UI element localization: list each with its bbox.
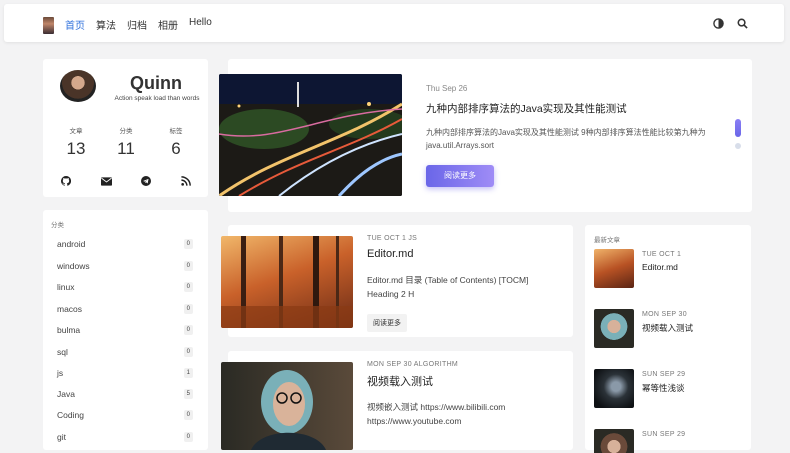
rss-icon[interactable] — [181, 173, 191, 191]
category-item[interactable]: js 1 — [57, 368, 193, 378]
recent-post-title: 视频载入测试 — [642, 323, 694, 333]
recent-post-title: Editor.md — [642, 262, 678, 272]
category-item[interactable]: sql 0 — [57, 347, 193, 357]
stat-label: 文章 — [69, 128, 83, 135]
category-item[interactable]: macos 0 — [57, 304, 193, 314]
category-panel: 分类 android 0 windows 0 linux 0 macos 0 bulma… — [43, 210, 208, 450]
category-count: 0 — [183, 304, 193, 314]
recent-posts-heading: 最新文章 — [594, 237, 620, 244]
category-item[interactable]: Coding 0 — [57, 410, 193, 420]
recent-post-date: TUE OCT 1 — [642, 251, 682, 258]
profile-bio: Action speak load than words — [114, 95, 200, 102]
featured-post-image[interactable] — [219, 74, 402, 196]
search-icon[interactable] — [737, 16, 748, 34]
nav-links: 首页 算法 归档 相册 Hello — [65, 17, 212, 32]
top-navbar: 首页 算法 归档 相册 Hello — [4, 4, 784, 42]
category-item[interactable]: Java 5 — [57, 389, 193, 399]
category-count: 1 — [183, 368, 193, 378]
category-name: git — [57, 432, 66, 442]
category-count: 0 — [183, 261, 193, 271]
category-name: Java — [57, 389, 75, 399]
category-heading: 分类 — [51, 222, 64, 229]
featured-post-excerpt: 九种内部排序算法的Java实现及其性能测试 9种内部排序算法性能比较第九种为ja… — [426, 128, 706, 150]
recent-post-thumb — [594, 309, 634, 348]
recent-post-item[interactable]: MON SEP 30 视频载入测试 — [594, 309, 744, 349]
profile-name: Quinn — [130, 73, 182, 93]
stat-categories[interactable]: 分类 11 — [101, 125, 151, 159]
category-count: 0 — [183, 239, 193, 249]
carousel-dot-active[interactable] — [735, 119, 741, 137]
post-title[interactable]: Editor.md — [367, 248, 413, 260]
category-name: sql — [57, 347, 68, 357]
recent-post-item[interactable]: SUN SEP 29 — [594, 429, 744, 453]
nav-home[interactable]: 首页 — [65, 17, 85, 32]
avatar — [60, 70, 96, 102]
carousel-indicator — [735, 119, 742, 149]
recent-post-thumb — [594, 429, 634, 453]
recent-post-date: SUN SEP 29 — [642, 371, 686, 378]
stat-tags[interactable]: 标签 6 — [151, 125, 201, 159]
social-links — [60, 173, 191, 191]
stat-value: 11 — [117, 139, 135, 158]
category-count: 0 — [183, 432, 193, 442]
recent-post-date: SUN SEP 29 — [642, 431, 686, 438]
nav-actions — [713, 16, 748, 34]
recent-post-date: MON SEP 30 — [642, 311, 687, 318]
recent-post-item[interactable]: TUE OCT 1 Editor.md — [594, 249, 744, 289]
featured-post-date: Thu Sep 26 — [426, 84, 468, 93]
recent-post-title: 幂等性浅谈 — [642, 383, 685, 393]
category-name: macos — [57, 304, 83, 314]
category-count: 0 — [183, 325, 193, 335]
post-meta: MON SEP 30 ALGORITHM — [367, 361, 459, 368]
category-item[interactable]: windows 0 — [57, 261, 193, 271]
telegram-icon[interactable] — [141, 173, 152, 191]
nav-algorithm[interactable]: 算法 — [96, 17, 116, 32]
category-item[interactable]: linux 0 — [57, 282, 193, 292]
github-icon[interactable] — [60, 173, 72, 191]
nav-archive[interactable]: 归档 — [127, 17, 147, 32]
site-logo[interactable] — [43, 17, 54, 34]
category-count: 0 — [183, 410, 193, 420]
category-item[interactable]: git 0 — [57, 432, 193, 442]
post-image[interactable] — [221, 236, 353, 328]
recent-post-item[interactable]: SUN SEP 29 幂等性浅谈 — [594, 369, 744, 409]
category-name: windows — [57, 261, 90, 271]
recent-post-thumb — [594, 369, 634, 408]
category-name: bulma — [57, 325, 81, 335]
post-excerpt: 视频嵌入测试 https://www.bilibili.com https://… — [367, 402, 506, 426]
stat-label: 标签 — [169, 128, 183, 135]
post-image[interactable] — [221, 362, 353, 450]
nav-album[interactable]: 相册 — [158, 17, 178, 32]
post-title[interactable]: 视频载入测试 — [367, 373, 433, 389]
stat-value: 6 — [171, 139, 181, 158]
category-item[interactable]: android 0 — [57, 239, 193, 249]
category-name: linux — [57, 282, 75, 292]
category-item[interactable]: bulma 0 — [57, 325, 193, 335]
nav-hello[interactable]: Hello — [189, 17, 212, 32]
post-meta: TUE OCT 1 JS — [367, 235, 418, 242]
profile-stats: 文章 13 分类 11 标签 6 — [51, 125, 201, 159]
mail-icon[interactable] — [100, 173, 112, 191]
stat-label: 分类 — [119, 128, 133, 135]
read-more-button[interactable]: 阅读更多 — [426, 165, 494, 187]
theme-toggle-icon[interactable] — [713, 16, 724, 34]
carousel-dot[interactable] — [735, 143, 741, 149]
read-more-button[interactable]: 阅读更多 — [367, 314, 407, 332]
recent-posts-panel: 最新文章 TUE OCT 1 Editor.md MON SEP 30 视频载入… — [585, 225, 751, 453]
featured-post-title[interactable]: 九种内部排序算法的Java实现及其性能测试 — [426, 101, 627, 116]
category-count: 0 — [183, 282, 193, 292]
category-name: android — [57, 239, 86, 249]
recent-post-thumb — [594, 249, 634, 288]
category-name: js — [57, 368, 64, 378]
stat-articles[interactable]: 文章 13 — [51, 125, 101, 159]
profile-card: Quinn Action speak load than words 文章 13 … — [43, 59, 208, 197]
category-name: Coding — [57, 410, 84, 420]
category-count: 0 — [183, 347, 193, 357]
stat-value: 13 — [66, 139, 86, 158]
post-excerpt: Editor.md 目录 (Table of Contents) [TOCM] … — [367, 275, 529, 299]
category-count: 5 — [183, 389, 193, 399]
